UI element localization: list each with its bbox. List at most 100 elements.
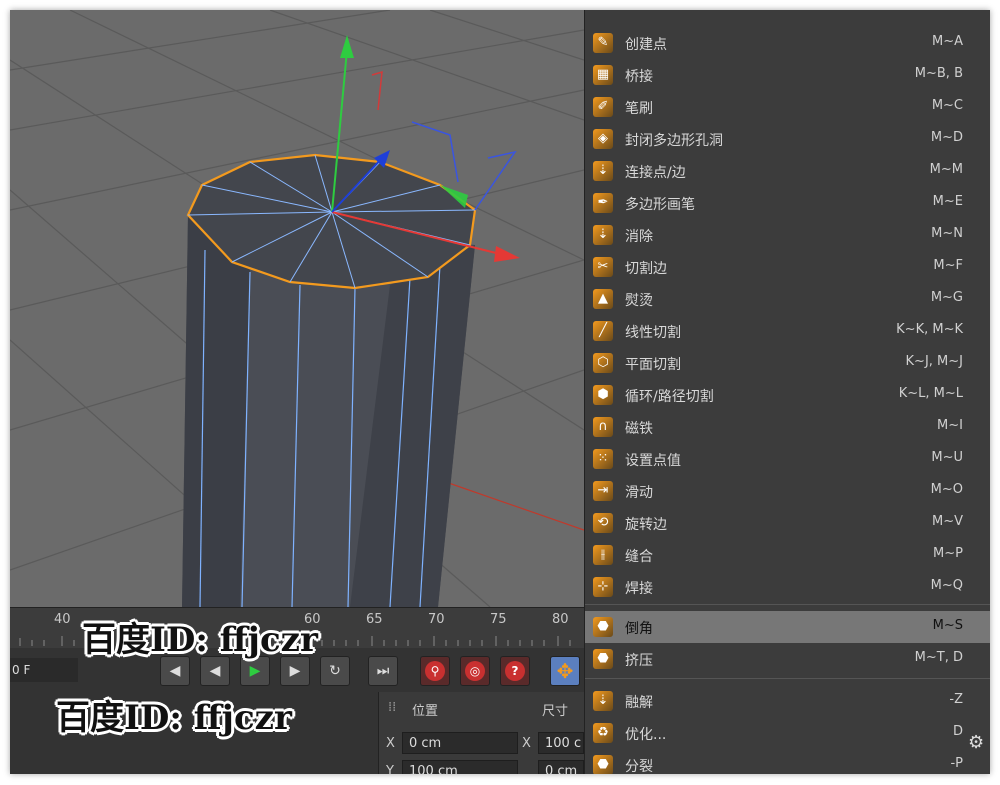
menu-item[interactable]: ⇣ 融解 -Z [585, 685, 990, 717]
menu-item-label: 设置点值 [625, 453, 681, 469]
menu-item[interactable]: ⬡ 平面切割 K~J, M~J [585, 347, 990, 379]
menu-item[interactable]: ✎ 创建点 M~A [585, 27, 990, 59]
menu-item-label: 分裂 [625, 759, 653, 774]
menu-item-shortcut: M~F [933, 258, 963, 273]
menu-item-shortcut: M~U [931, 450, 963, 465]
prev-frame-icon: ◀ [209, 663, 221, 679]
optimize-icon: ♻ [592, 722, 614, 744]
magnet-icon: ∩ [592, 416, 614, 438]
menu-item[interactable]: ◈ 封闭多边形孔洞 M~D [585, 123, 990, 155]
menu-item[interactable]: ⟲ 旋转边 M~V [585, 507, 990, 539]
dissolve-icon: ⇣ [592, 224, 614, 246]
menu-item-shortcut: M~T, D [914, 650, 963, 665]
menu-item[interactable]: ⬣ 分裂 -P [585, 749, 990, 774]
menu-item-label: 优化... [625, 727, 667, 743]
menu-item[interactable]: ▦ 桥接 M~B, B [585, 59, 990, 91]
autokey-button[interactable]: ◎ [460, 656, 490, 686]
melt-icon: ⇣ [592, 690, 614, 712]
menu-item-label: 创建点 [625, 37, 667, 53]
menu-item-shortcut: K~K, M~K [896, 322, 963, 337]
x-size-label: X [522, 736, 531, 751]
tick-label: 80 [552, 612, 569, 627]
polygon-pen-icon: ✒ [592, 192, 614, 214]
menu-item[interactable]: ⫲ 缝合 M~P [585, 539, 990, 571]
menu-item-label: 消除 [625, 229, 653, 245]
menu-item[interactable]: ♻ 优化... D [585, 717, 990, 749]
menu-item-label: 缝合 [625, 549, 653, 565]
iron-icon: ▲ [592, 288, 614, 310]
play-icon: ▶ [249, 663, 261, 679]
3d-viewport[interactable] [10, 10, 584, 607]
slide-icon: ⇥ [592, 480, 614, 502]
y-label: Y [386, 764, 394, 774]
menu-item-shortcut: M~C [931, 98, 963, 113]
autokey-icon: ◎ [465, 661, 485, 681]
menu-item-shortcut: K~L, M~L [898, 386, 963, 401]
move-tool-button[interactable]: ✥ [550, 656, 580, 686]
menu-item[interactable]: ✒ 多边形画笔 M~E [585, 187, 990, 219]
menu-item[interactable]: ▲ 熨烫 M~G [585, 283, 990, 315]
menu-item[interactable]: ⇣ 消除 M~N [585, 219, 990, 251]
watermark-text: 百度ID: ffjczr [56, 698, 292, 738]
record-key-button[interactable]: ⚲ [420, 656, 450, 686]
next-key-button[interactable]: ↻ [320, 656, 350, 686]
y-size-field[interactable]: 0 cm [538, 760, 584, 774]
menu-item-shortcut: -Z [949, 692, 963, 707]
menu-item[interactable]: ╱ 线性切割 K~K, M~K [585, 315, 990, 347]
menu-item-label: 挤压 [625, 653, 653, 669]
menu-item-label: 旋转边 [625, 517, 667, 533]
menu-item-label: 平面切割 [625, 357, 681, 373]
menu-item[interactable]: ⬣ 倒角 M~S [585, 611, 990, 643]
menu-item-label: 循环/路径切割 [625, 389, 714, 405]
menu-item-label: 倒角 [625, 621, 653, 637]
tick-label: 40 [54, 612, 71, 627]
menu-item[interactable]: ⁙ 设置点值 M~U [585, 443, 990, 475]
keyframe-help-button[interactable]: ? [500, 656, 530, 686]
loop-path-cut-icon: ⬢ [592, 384, 614, 406]
key-icon: ⚲ [425, 661, 445, 681]
menu-item-label: 滑动 [625, 485, 653, 501]
menu-item-label: 线性切割 [625, 325, 681, 341]
menu-item[interactable]: ⊹ 焊接 M~Q [585, 571, 990, 603]
menu-item-label: 多边形画笔 [625, 197, 695, 213]
x-size-field[interactable]: 100 c [538, 732, 584, 754]
viewport-scene [10, 10, 584, 607]
loop-icon: ↻ [329, 663, 341, 679]
question-icon: ? [505, 661, 525, 681]
tick-label: 75 [490, 612, 507, 627]
stitch-icon: ⫲ [592, 544, 614, 566]
position-label: 位置 [412, 704, 439, 719]
create-point-icon: ✎ [592, 32, 614, 54]
connect-points-edges-icon: ⇣ [592, 160, 614, 182]
menu-item-shortcut: M~S [932, 618, 963, 633]
x-label: X [386, 736, 395, 751]
current-frame-field[interactable]: 0 F [10, 658, 78, 682]
edge-cut-icon: ✂ [592, 256, 614, 278]
menu-item[interactable]: ⇣ 连接点/边 M~M [585, 155, 990, 187]
menu-item-label: 融解 [625, 695, 653, 711]
brush-icon: ✐ [592, 96, 614, 118]
menu-item-shortcut: -P [950, 756, 963, 771]
menu-item[interactable]: ⬢ 循环/路径切割 K~L, M~L [585, 379, 990, 411]
goto-end-icon: ⏭ [376, 663, 390, 679]
x-position-field[interactable]: 0 cm [402, 732, 518, 754]
menu-item[interactable]: ✂ 切割边 M~F [585, 251, 990, 283]
y-position-field[interactable]: 100 cm [402, 760, 518, 774]
menu-item[interactable]: ⬣ 挤压 M~T, D [585, 643, 990, 675]
menu-item[interactable]: ⇥ 滑动 M~O [585, 475, 990, 507]
menu-item-label: 焊接 [625, 581, 653, 597]
menu-separator [585, 678, 990, 679]
menu-item[interactable]: ✐ 笔刷 M~C [585, 91, 990, 123]
gear-icon[interactable]: ⚙ [968, 732, 984, 753]
spin-edge-icon: ⟲ [592, 512, 614, 534]
tick-label: 70 [428, 612, 445, 627]
menu-item-label: 切割边 [625, 261, 667, 277]
menu-item-shortcut: M~V [931, 514, 963, 529]
menu-item[interactable]: ∩ 磁铁 M~I [585, 411, 990, 443]
menu-item-shortcut: M~M [929, 162, 963, 177]
menu-item-shortcut: M~O [930, 482, 963, 497]
menu-item-shortcut: M~Q [930, 578, 963, 593]
goto-end-button[interactable]: ⏭ [368, 656, 398, 686]
menu-item-shortcut: D [952, 724, 963, 739]
x-axis-arrow[interactable] [494, 246, 520, 262]
